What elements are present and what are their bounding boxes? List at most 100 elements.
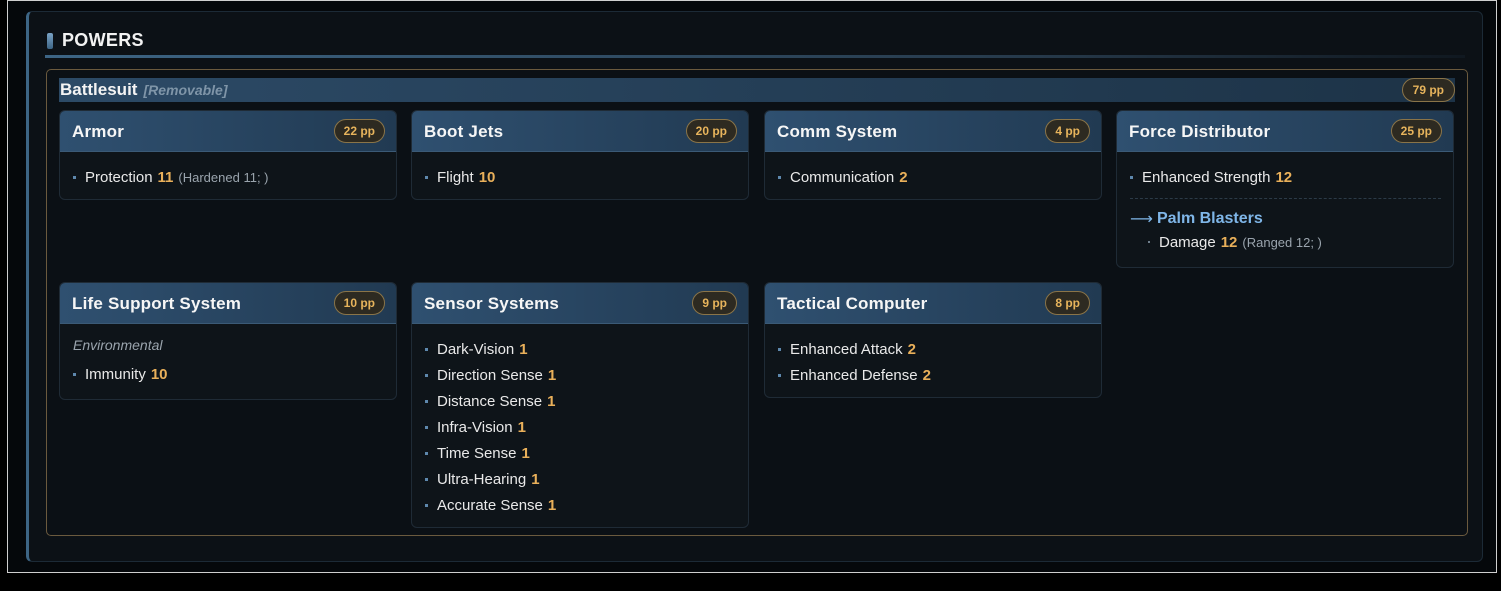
effect-rank: 1 [521,444,530,462]
effect-item: Enhanced Attack 2 [778,336,1089,362]
card-header: Life Support System 10 pp [60,283,396,324]
effect-rank: 11 [157,168,174,186]
dashed-divider [1130,198,1441,199]
bullet-icon [425,347,428,351]
power-card-armor[interactable]: Armor 22 pp Protection 11 (Hardened 11; … [59,110,397,200]
effect-rank: 2 [899,168,908,186]
cost-badge: 8 pp [1045,291,1090,315]
bullet-icon [425,399,428,403]
power-card-life-support-system[interactable]: Life Support System 10 pp Environmental … [59,282,397,400]
effect-extras: (Hardened 11; ) [178,169,269,185]
effect-rank: 1 [547,496,557,514]
effect-name: Immunity [85,365,146,383]
effect-item: Distance Sense 1 [425,388,736,414]
effect-rank: 1 [519,340,528,358]
bullet-icon [425,425,428,429]
cost-badge: 25 pp [1390,119,1442,143]
card-title: Life Support System [72,294,242,313]
bullet-icon [425,477,428,481]
section-header: POWERS [47,30,144,51]
effect-name: Ultra-Hearing [437,470,527,488]
power-note: Environmental [73,337,163,353]
effect-rank: 10 [478,168,496,186]
effect-item: Time Sense 1 [425,440,736,466]
bullet-icon [1148,241,1150,243]
card-header: Sensor Systems 9 pp [412,283,748,324]
cost-badge: 9 pp [692,291,737,315]
group-header: Battlesuit [Removable] 79 pp [59,78,1455,102]
bullet-icon [73,372,76,376]
section-marker [47,32,53,49]
effect-rank: 2 [922,366,931,384]
bullet-icon [778,175,781,179]
effect-name: Enhanced Attack [790,340,903,358]
effect-name: Distance Sense [437,392,543,410]
effect-name: Flight [437,168,474,186]
effect-name: Direction Sense [437,366,543,384]
card-title: Boot Jets [424,122,504,141]
effect-item: Ultra-Hearing 1 [425,466,736,492]
power-card-force-distributor[interactable]: Force Distributor 25 pp Enhanced Strengt… [1116,110,1454,268]
bullet-icon [425,451,428,455]
powers-panel: POWERS Battlesuit [Removable] 79 pp Armo… [26,11,1483,562]
effect-name: Damage [1159,233,1216,251]
power-card-comm-system[interactable]: Comm System 4 pp Communication 2 [764,110,1102,200]
bullet-icon [778,347,781,351]
effect-item: Direction Sense 1 [425,362,736,388]
app-frame: POWERS Battlesuit [Removable] 79 pp Armo… [7,0,1497,573]
effect-name: Enhanced Strength [1142,168,1271,186]
power-card-tactical-computer[interactable]: Tactical Computer 8 pp Enhanced Attack 2 … [764,282,1102,398]
group-cost-badge: 79 pp [1401,78,1455,102]
cost-badge: 4 pp [1045,119,1090,143]
bullet-icon [425,503,428,507]
effect-rank: 1 [517,418,526,436]
card-header: Boot Jets 20 pp [412,111,748,152]
effect-item: Enhanced Strength 12 [1130,164,1441,190]
bullet-icon [1130,175,1133,179]
cost-badge: 22 pp [333,119,385,143]
effect-rank: 10 [150,365,168,383]
card-title: Tactical Computer [777,294,928,313]
effect-item: Communication 2 [778,164,1089,190]
effect-name: Enhanced Defense [790,366,918,384]
effect-rank: 2 [907,340,916,358]
effect-rank: 12 [1220,233,1238,251]
group-tag: [Removable] [143,82,228,98]
group-name: Battlesuit [60,80,138,99]
bullet-icon [778,373,781,377]
effect-item: Accurate Sense 1 [425,492,736,518]
card-header: Force Distributor 25 pp [1117,111,1453,152]
alternate-effect-title[interactable]: ⟶ Palm Blasters [1130,209,1441,229]
effect-name: Accurate Sense [437,496,543,514]
card-title: Force Distributor [1129,122,1271,141]
effect-item: Protection 11 (Hardened 11; ) [73,164,384,190]
effect-rank: 12 [1275,168,1293,186]
card-title: Armor [72,122,125,141]
effect-item: Dark-Vision 1 [425,336,736,362]
card-header: Comm System 4 pp [765,111,1101,152]
power-card-sensor-systems[interactable]: Sensor Systems 9 pp Dark-Vision 1 Directi… [411,282,749,528]
effect-rank: 1 [531,470,540,488]
effect-name: Communication [790,168,895,186]
effect-rank: 1 [547,392,556,410]
alternate-effect-name: Palm Blasters [1156,210,1263,227]
card-header: Tactical Computer 8 pp [765,283,1101,324]
power-card-boot-jets[interactable]: Boot Jets 20 pp Flight 10 [411,110,749,200]
effect-item: Enhanced Defense 2 [778,362,1089,388]
effect-item: Infra-Vision 1 [425,414,736,440]
section-title: POWERS [62,30,144,50]
card-header: Armor 22 pp [60,111,396,152]
effect-name: Time Sense [437,444,517,462]
cost-badge: 10 pp [333,291,385,315]
effect-item: Flight 10 [425,164,736,190]
power-group-battlesuit: Battlesuit [Removable] 79 pp Armor 22 pp… [46,69,1468,536]
arrow-right-icon: ⟶ [1130,211,1153,228]
cost-badge: 20 pp [685,119,737,143]
effect-name: Dark-Vision [437,340,515,358]
bullet-icon [425,373,428,377]
section-divider [45,55,1465,58]
effect-rank: 1 [547,366,557,384]
card-title: Sensor Systems [424,294,560,313]
effect-extras: (Ranged 12; ) [1242,234,1322,250]
effect-name: Protection [85,168,153,186]
